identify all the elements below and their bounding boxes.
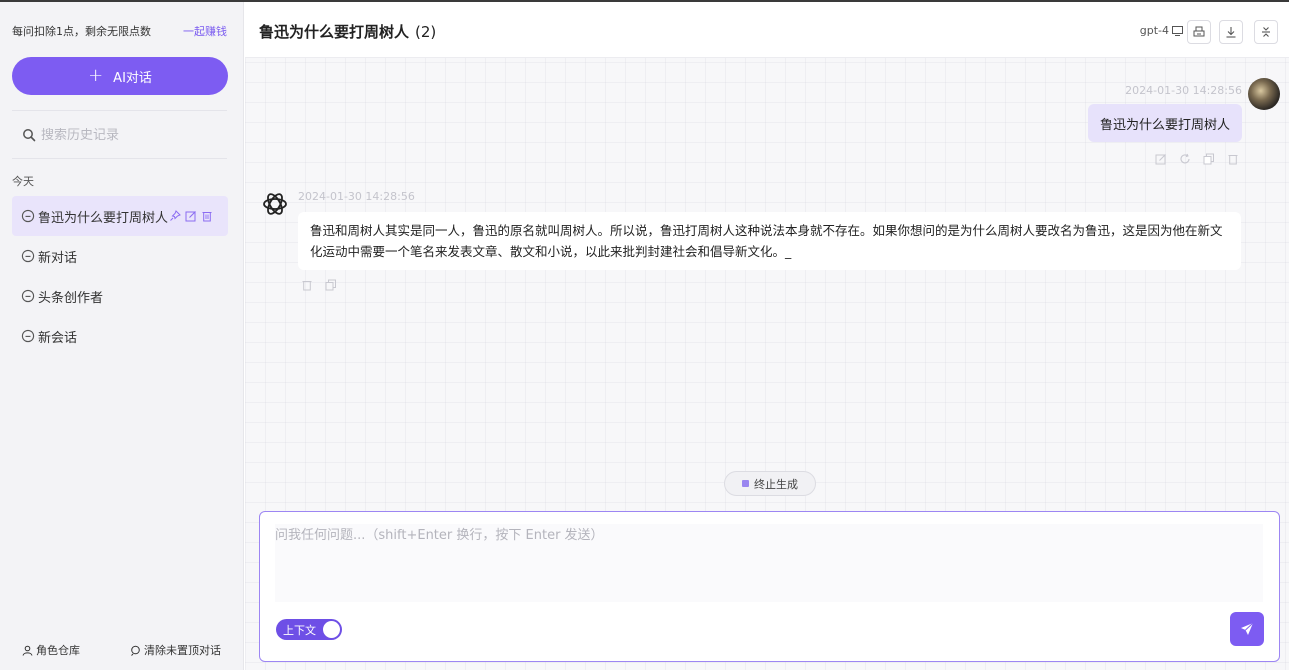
role-library-label: 角色仓库 (36, 644, 80, 657)
chat-header: 鲁迅为什么要打周树人 (2) gpt-4 (245, 2, 1289, 58)
send-button[interactable] (1230, 612, 1264, 646)
chat-bubble-icon (21, 289, 35, 303)
group-title-today: 今天 (12, 175, 34, 188)
download-icon (1226, 27, 1236, 38)
message-composer: 上下文 (259, 511, 1280, 662)
chat-bubble-icon (21, 249, 35, 263)
search-icon (23, 129, 36, 142)
plus-icon: + (88, 65, 104, 86)
assistant-message-bubble: 鲁迅和周树人其实是同一人，鲁迅的原名就叫周树人。所以说，鲁迅打周树人这种说法本身… (298, 212, 1241, 270)
context-toggle-label: 上下文 (283, 623, 316, 637)
chat-bubble-icon (21, 209, 35, 223)
user-message-timestamp: 2024-01-30 14:28:56 (1125, 84, 1242, 97)
chat-history-list: 鲁迅为什么要打周树人 新对话 头条创作者 新会话 (12, 196, 228, 356)
refresh-icon[interactable] (1179, 153, 1191, 165)
divider (12, 110, 227, 111)
model-selector[interactable]: gpt-4 (1140, 24, 1183, 37)
user-message-bubble: 鲁迅为什么要打周树人 (1087, 104, 1242, 142)
chat-item[interactable]: 新会话 (12, 316, 228, 356)
chat-bubble-icon (21, 329, 35, 343)
toggle-knob (323, 621, 340, 638)
model-name: gpt-4 (1139, 24, 1169, 37)
delete-icon[interactable] (1227, 153, 1239, 165)
user-icon (22, 645, 33, 656)
export-image-button[interactable] (1187, 20, 1211, 44)
collapse-button[interactable] (1254, 20, 1278, 44)
credits-text: 每问扣除1点，剩余无限点数 (12, 25, 151, 38)
context-toggle[interactable]: 上下文 (276, 619, 342, 640)
new-ai-chat-button[interactable]: + AI对话 (12, 57, 228, 95)
conversation-title-text: 鲁迅为什么要打周树人 (259, 23, 410, 41)
sidebar: 每问扣除1点，剩余无限点数 一起赚钱 + AI对话 今天 鲁迅为什么要打周树人 (0, 2, 244, 670)
delete-icon[interactable] (201, 210, 213, 222)
collapse-icon (1262, 27, 1270, 37)
chat-item-label: 新会话 (38, 330, 78, 346)
credits-bar: 每问扣除1点，剩余无限点数 一起赚钱 (12, 22, 227, 40)
delete-icon[interactable] (301, 279, 313, 291)
chat-item[interactable]: 新对话 (12, 236, 228, 276)
message-input[interactable] (275, 524, 1263, 602)
chat-item[interactable]: 头条创作者 (12, 276, 228, 316)
role-library-button[interactable]: 角色仓库 (22, 642, 80, 658)
download-button[interactable] (1219, 20, 1243, 44)
chat-item-label: 鲁迅为什么要打周树人 (38, 210, 169, 226)
stop-generation-label: 终止生成 (754, 477, 798, 491)
pin-icon[interactable] (169, 210, 181, 222)
edit-icon[interactable] (185, 210, 197, 222)
assistant-message-timestamp: 2024-01-30 14:28:56 (298, 190, 415, 203)
clear-unpinned-label: 清除未置顶对话 (144, 644, 221, 657)
earn-link[interactable]: 一起赚钱 (183, 23, 227, 39)
window-icon (1172, 25, 1183, 36)
new-chat-label: AI对话 (113, 70, 152, 86)
history-search[interactable] (22, 124, 222, 146)
chat-main: 鲁迅为什么要打周树人 (2) gpt-4 2024-01-30 14:28:56… (245, 2, 1289, 670)
history-search-input[interactable] (41, 127, 211, 143)
user-avatar (1248, 78, 1280, 110)
stop-icon (742, 480, 749, 487)
copy-icon[interactable] (325, 279, 337, 291)
chat-item-label: 头条创作者 (38, 290, 104, 306)
chat-item[interactable]: 鲁迅为什么要打周树人 (12, 196, 228, 236)
assistant-message-actions (301, 279, 337, 291)
sidebar-footer: 角色仓库 清除未置顶对话 (0, 630, 243, 670)
chat-item-actions (169, 210, 213, 222)
chat-item-label: 新对话 (38, 250, 78, 266)
send-icon (1241, 622, 1254, 635)
openai-logo-icon (263, 193, 287, 215)
clear-icon (131, 645, 140, 656)
stop-generation-button[interactable]: 终止生成 (724, 471, 816, 496)
clear-unpinned-button[interactable]: 清除未置顶对话 (130, 642, 221, 658)
divider (12, 158, 227, 159)
conversation-title: 鲁迅为什么要打周树人 (2) (259, 21, 436, 42)
user-message-actions (1155, 153, 1239, 165)
copy-icon[interactable] (1203, 153, 1215, 165)
print-icon (1193, 26, 1205, 37)
edit-icon[interactable] (1155, 153, 1167, 165)
message-count: (2) (415, 23, 437, 41)
